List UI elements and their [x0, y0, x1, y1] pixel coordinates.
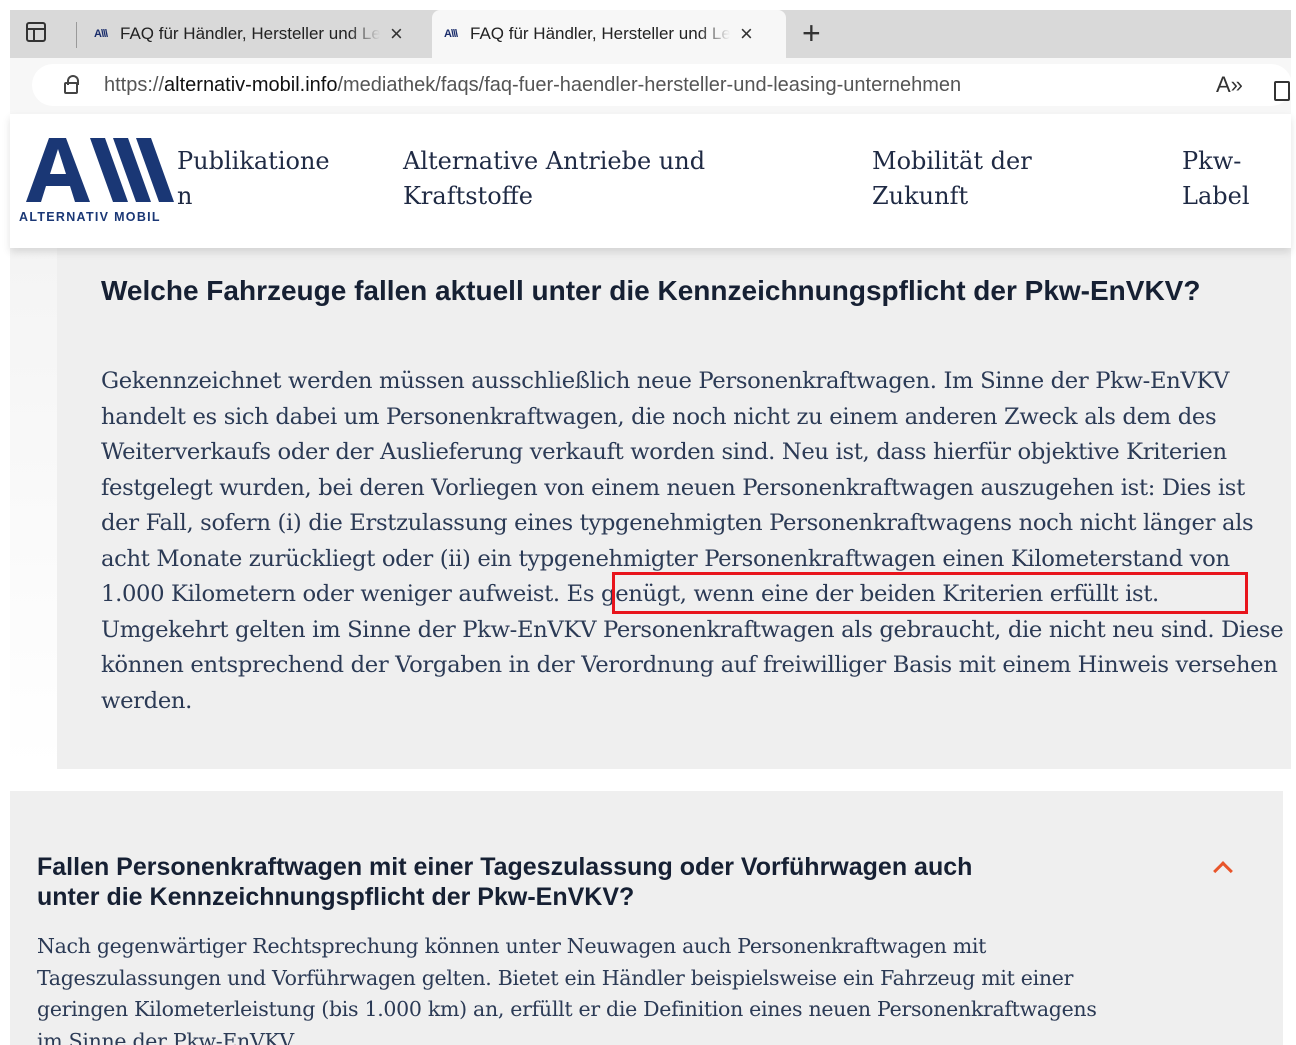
browser-tab-1[interactable]: A\\\ FAQ für Händler, Hersteller und Lea… — [82, 10, 430, 58]
close-tab-icon[interactable]: × — [390, 23, 403, 45]
site-header: ALTERNATIV MOBIL Publikatione n Alternati… — [10, 114, 1291, 248]
nav-mobilitaet-der-zukunft[interactable]: Mobilität der Zukunft — [872, 144, 1072, 214]
nav-label-line1: Alternative Antriebe und — [403, 147, 706, 175]
nav-alternative-antriebe[interactable]: Alternative Antriebe und Kraftstoffe — [403, 144, 723, 214]
lock-icon[interactable] — [64, 75, 79, 94]
address-bar-area: https://alternativ-mobil.info/mediathek/… — [10, 58, 1292, 114]
address-bar[interactable]: https://alternativ-mobil.info/mediathek/… — [32, 64, 1292, 106]
favicon-icon: A\\\ — [94, 28, 108, 40]
browser-tab-2-active[interactable]: A\\\ FAQ für Händler, Hersteller und Lea… — [432, 10, 786, 58]
tab-actions-icon[interactable] — [26, 22, 46, 42]
faq-answer-1: Gekennzeichnet werden müssen ausschließl… — [101, 364, 1286, 719]
new-tab-button[interactable]: + — [802, 16, 821, 50]
url-text[interactable]: https://alternativ-mobil.info/mediathek/… — [104, 74, 961, 97]
nav-label-line2: Kraftstoffe — [403, 182, 533, 210]
tab-title: FAQ für Händler, Hersteller und Leasing-… — [120, 24, 380, 43]
content-left-margin — [10, 248, 57, 769]
browser-tab-bar: A\\\ FAQ für Händler, Hersteller und Lea… — [10, 10, 1291, 58]
favicon-icon: A\\\ — [444, 28, 458, 40]
url-scheme: https:// — [104, 74, 165, 96]
faq-answer-2: Nach gegenwärtiger Rechtsprechung können… — [37, 934, 1097, 1045]
tab-separator — [76, 22, 77, 48]
url-host: alternativ-mobil.info — [164, 74, 338, 96]
nav-label-line1: Mobilität der — [872, 147, 1032, 175]
close-tab-icon[interactable]: × — [740, 23, 753, 45]
highlight-box — [612, 572, 1248, 614]
faq-question-2[interactable]: Fallen Personenkraftwagen mit einer Tage… — [37, 852, 997, 912]
faq-question-1[interactable]: Welche Fahrzeuge fallen aktuell unter di… — [101, 274, 1221, 308]
sidebar-icon[interactable] — [1274, 81, 1290, 101]
tab-title: FAQ für Händler, Hersteller und Leasing-… — [470, 24, 730, 43]
nav-label-line1: Publikatione — [177, 147, 330, 175]
nav-label-line1: Pkw- — [1182, 147, 1242, 175]
nav-label-line2: n — [177, 182, 193, 210]
logo-text: ALTERNATIV MOBIL — [19, 210, 161, 224]
answer-text-after: Umgekehrt gelten im Sinne der Pkw-EnVKV … — [101, 616, 1284, 714]
nav-label-line2: Label — [1182, 182, 1250, 210]
read-aloud-icon[interactable]: A» — [1216, 72, 1243, 98]
nav-publikationen[interactable]: Publikatione n — [177, 144, 337, 214]
nav-pkw-label[interactable]: Pkw- Label — [1182, 144, 1282, 214]
nav-label-line2: Zukunft — [872, 182, 969, 210]
url-path: /mediathek/faqs/faq-fuer-haendler-herste… — [337, 74, 962, 96]
